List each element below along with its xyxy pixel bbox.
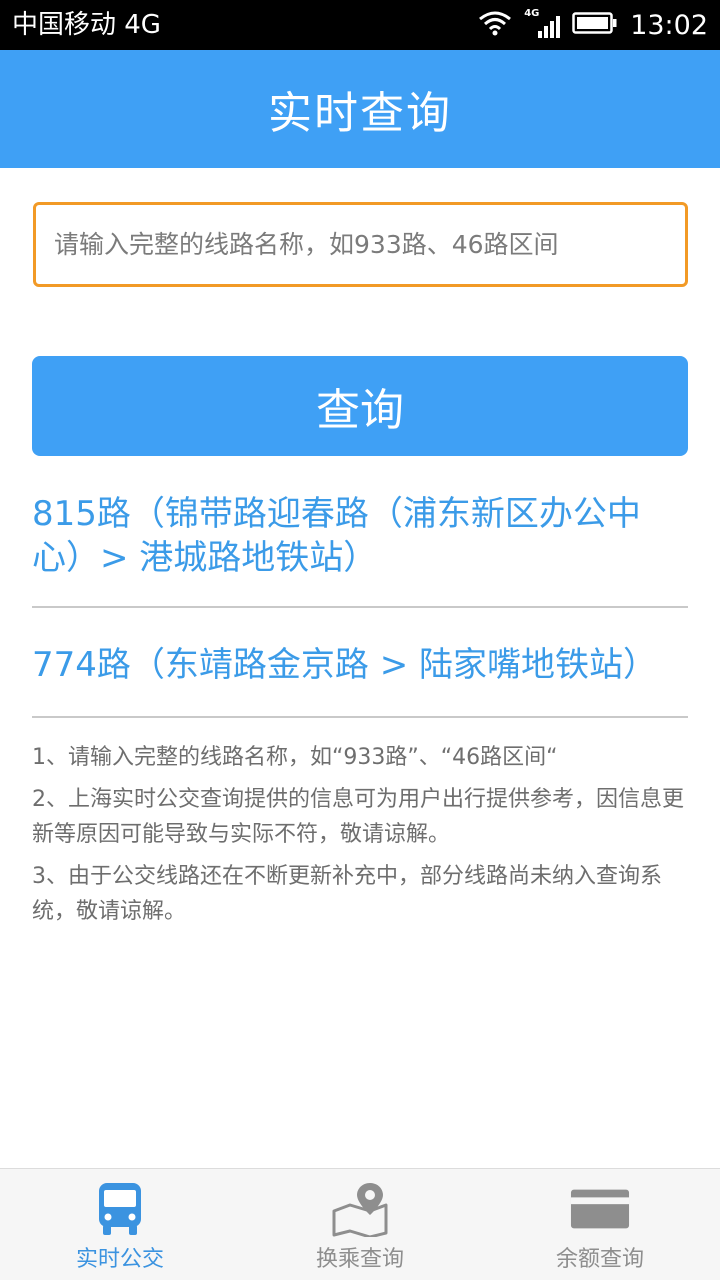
card-icon [570,1179,630,1239]
note-text: 3、由于公交线路还在不断更新补充中，部分线路尚未纳入查询系统，敬请谅解。 [32,864,662,924]
query-button[interactable]: 查询 [32,356,688,456]
divider [32,606,688,608]
note-text: 1、请输入完整的线路名称，如“933路”、“46路区间“ [32,745,558,770]
status-bar: 中国移动 4G 4G 13:02 [0,0,720,50]
status-icons: 4G 13:02 [478,0,708,50]
note-text: 2、上海实时公交查询提供的信息可为用户出行提供参考，因信息更新等原因可能导致与实… [32,787,684,847]
cellular-signal-icon: 4G [524,8,561,40]
route-search-input[interactable] [33,202,688,287]
bottom-tab-bar: 实时公交 换乘查询 余额查询 [0,1168,720,1280]
map-pin-icon [330,1179,390,1239]
tab-label: 实时公交 [75,1247,164,1272]
tab-balance-query[interactable]: 余额查询 [480,1169,720,1280]
app-header: 实时查询 [0,50,720,168]
usage-notes: 1、请输入完整的线路名称，如“933路”、“46路区间“ 2、上海实时公交查询提… [32,740,692,936]
tab-realtime-bus[interactable]: 实时公交 [0,1169,240,1280]
route-result-item[interactable]: 815路（锦带路迎春路（浦东新区办公中心）> 港城路地铁站） [32,492,688,580]
tab-transfer-query[interactable]: 换乘查询 [240,1169,480,1280]
network-type-label: 4G [524,8,540,19]
divider [32,716,688,718]
battery-icon [572,11,618,39]
tab-label: 换乘查询 [315,1247,404,1272]
carrier-label: 中国移动 4G [12,10,161,40]
wifi-icon [478,10,512,40]
clock: 13:02 [630,9,708,41]
bus-icon [90,1179,150,1239]
tab-label: 余额查询 [555,1247,644,1272]
route-result-item[interactable]: 774路（东靖路金京路 > 陆家嘴地铁站） [32,643,688,687]
page-title: 实时查询 [268,88,452,139]
